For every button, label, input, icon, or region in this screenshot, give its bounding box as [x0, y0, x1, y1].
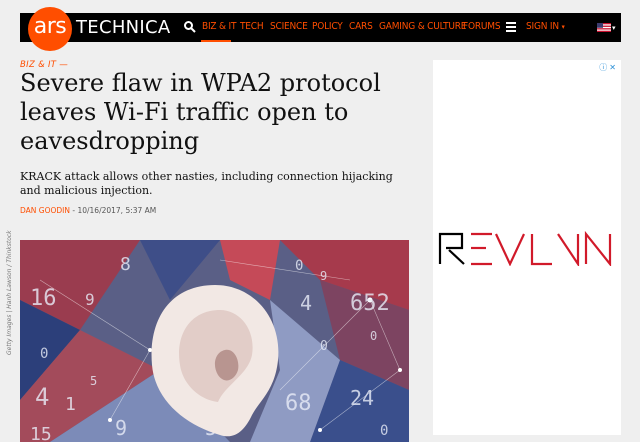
- advertisement[interactable]: ⓘ✕: [433, 60, 621, 435]
- svg-text:0: 0: [380, 423, 388, 439]
- article-title: Severe flaw in WPA2 protocol leaves Wi-F…: [20, 69, 381, 155]
- publish-date: - 10/16/2017, 5:37 AM: [69, 206, 157, 215]
- svg-text:24: 24: [350, 386, 374, 410]
- us-flag-icon[interactable]: [597, 23, 611, 32]
- svg-text:0: 0: [320, 339, 328, 354]
- nav-cars[interactable]: CARS: [349, 21, 373, 35]
- revlon-logo[interactable]: [438, 230, 616, 266]
- author-link[interactable]: DAN GOODIN: [20, 206, 70, 215]
- nav-biz-it[interactable]: BIZ & IT: [202, 21, 236, 35]
- nav-forums[interactable]: FORUMS: [463, 21, 501, 35]
- svg-text:16: 16: [30, 286, 57, 311]
- chevron-down-icon: ▾: [561, 23, 565, 31]
- sign-in-label: SIGN IN: [526, 21, 559, 32]
- svg-text:0: 0: [295, 258, 303, 274]
- nav-tech[interactable]: TECH: [240, 21, 264, 35]
- nav-gaming-culture[interactable]: GAMING & CULTURE: [379, 21, 466, 35]
- svg-text:0: 0: [370, 329, 377, 343]
- nav-policy[interactable]: POLICY: [312, 21, 343, 35]
- search-icon[interactable]: [183, 20, 197, 34]
- svg-text:5: 5: [90, 374, 97, 388]
- svg-text:652: 652: [350, 291, 390, 316]
- ars-logo-wordmark[interactable]: TECHNICA: [76, 17, 171, 38]
- svg-text:8: 8: [120, 254, 131, 275]
- svg-text:9: 9: [85, 290, 95, 309]
- svg-text:4: 4: [35, 383, 49, 411]
- byline: DAN GOODIN - 10/16/2017, 5:37 AM: [20, 206, 156, 215]
- ars-logo-mark[interactable]: ars: [28, 7, 72, 51]
- article-dek: KRACK attack allows other nasties, inclu…: [20, 170, 393, 197]
- svg-text:68: 68: [285, 391, 312, 416]
- svg-text:9: 9: [115, 416, 127, 440]
- svg-text:1: 1: [65, 394, 76, 415]
- flag-chevron-down-icon[interactable]: ▾: [612, 24, 616, 32]
- nav-active-indicator: [201, 40, 231, 42]
- menu-icon[interactable]: [506, 22, 516, 32]
- svg-text:15: 15: [30, 424, 52, 442]
- svg-text:9: 9: [320, 269, 327, 283]
- ad-choices-icon[interactable]: ⓘ✕: [599, 62, 618, 73]
- svg-text:0: 0: [40, 346, 48, 362]
- hero-image-ear-binary: 1698 415 0159 5658 094 6526824 000: [20, 240, 409, 442]
- image-credit: Getty Images | Hanh Lawson / Thinkstock: [6, 230, 13, 355]
- sign-in-link[interactable]: SIGN IN ▾: [526, 21, 565, 35]
- nav-science[interactable]: SCIENCE: [270, 21, 308, 35]
- svg-text:4: 4: [300, 291, 312, 315]
